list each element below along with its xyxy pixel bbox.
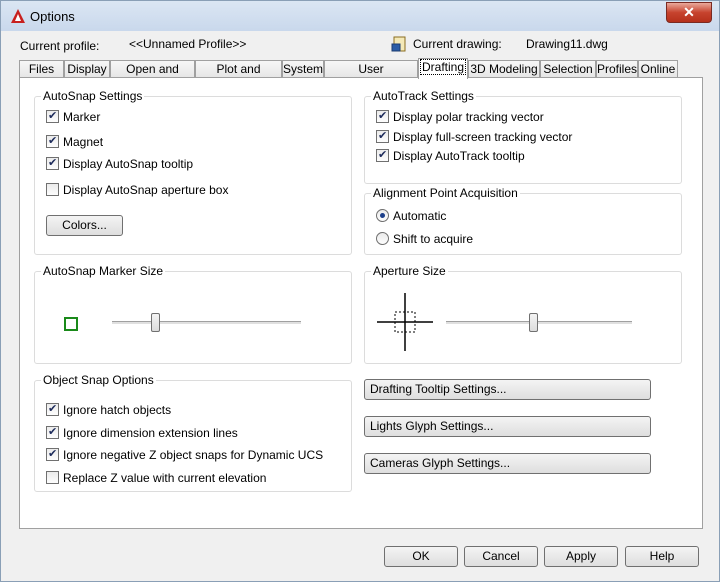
replace-z-label: Replace Z value with current elevation (63, 471, 267, 485)
window-title: Options (30, 9, 75, 24)
ignore-negative-z-checkbox-box[interactable] (46, 447, 59, 461)
tab-profiles[interactable]: Profiles (596, 60, 638, 77)
cancel-button[interactable]: Cancel (464, 546, 538, 567)
options-dialog: Options ✕ Current profile: <<Unnamed Pro… (0, 0, 720, 582)
current-profile-label: Current profile: (20, 39, 100, 53)
apply-button[interactable]: Apply (544, 546, 618, 567)
marker-preview-icon (64, 317, 78, 331)
polar-tracking-label: Display polar tracking vector (393, 110, 544, 124)
autotrack-tooltip-checkbox-box[interactable] (376, 148, 389, 162)
marker-size-slider-thumb[interactable] (151, 313, 161, 332)
aperture-box-checkbox-box[interactable] (46, 183, 59, 196)
polar-tracking-checkbox-box[interactable] (376, 109, 389, 123)
aperture-size-title: Aperture Size (371, 264, 448, 278)
fullscreen-tracking-label: Display full-screen tracking vector (393, 130, 573, 144)
tab-drafting[interactable]: Drafting (418, 58, 468, 79)
autosnap-settings-title: AutoSnap Settings (41, 89, 145, 103)
shift-to-acquire-label: Shift to acquire (393, 232, 474, 246)
cameras-glyph-settings-button[interactable]: Cameras Glyph Settings... (364, 453, 651, 474)
autosnap-tooltip-label: Display AutoSnap tooltip (63, 157, 194, 171)
alignment-point-title: Alignment Point Acquisition (371, 186, 520, 200)
tab-3d-modeling[interactable]: 3D Modeling (468, 60, 540, 77)
shift-to-acquire-radio-button[interactable] (376, 232, 389, 245)
dialog-client: Current profile: <<Unnamed Profile>> Cur… (8, 31, 712, 574)
marker-checkbox-box[interactable] (46, 109, 59, 123)
magnet-checkbox-box[interactable] (46, 134, 59, 148)
aperture-size-group: Aperture Size (364, 264, 682, 364)
marker-size-title: AutoSnap Marker Size (41, 264, 166, 278)
ignore-hatch-checkbox-box[interactable] (46, 402, 59, 416)
tab-display[interactable]: Display (64, 60, 110, 77)
aperture-size-slider-track[interactable] (446, 321, 632, 325)
autosnap-settings-group: AutoSnap Settings Marker Magnet Display … (34, 89, 352, 255)
profile-row: Current profile: <<Unnamed Profile>> Cur… (8, 36, 712, 55)
lights-glyph-settings-button[interactable]: Lights Glyph Settings... (364, 416, 651, 437)
tab-plot-and-publish[interactable]: Plot and Publish (195, 60, 282, 92)
autosnap-tooltip-checkbox-box[interactable] (46, 156, 59, 170)
marker-size-slider-track[interactable] (112, 321, 301, 325)
tab-drafting-label: Drafting (419, 59, 467, 75)
autotrack-settings-title: AutoTrack Settings (371, 89, 476, 103)
tab-system[interactable]: System (282, 60, 324, 77)
replace-z-checkbox-box[interactable] (46, 471, 59, 484)
autotrack-settings-group: AutoTrack Settings Display polar trackin… (364, 89, 682, 184)
object-snap-options-group: Object Snap Options Ignore hatch objects… (34, 373, 352, 492)
help-button[interactable]: Help (625, 546, 699, 567)
colors-button[interactable]: Colors... (46, 215, 123, 236)
tab-selection[interactable]: Selection (540, 60, 596, 77)
magnet-label: Magnet (63, 135, 104, 149)
tab-user-preferences[interactable]: User Preferences (324, 60, 418, 92)
aperture-box-label: Display AutoSnap aperture box (63, 183, 229, 197)
tab-files[interactable]: Files (19, 60, 64, 77)
current-drawing-value: Drawing11.dwg (526, 37, 608, 51)
drafting-tooltip-settings-button[interactable]: Drafting Tooltip Settings... (364, 379, 651, 400)
ignore-hatch-label: Ignore hatch objects (63, 403, 172, 417)
ignore-dimension-checkbox-box[interactable] (46, 425, 59, 439)
autocad-logo-icon (11, 9, 25, 23)
aperture-crosshair-icon (377, 293, 433, 351)
automatic-label: Automatic (393, 209, 447, 223)
title-bar: Options ✕ (1, 1, 719, 31)
aperture-size-slider-thumb[interactable] (529, 313, 539, 332)
drafting-panel: AutoSnap Settings Marker Magnet Display … (19, 77, 703, 529)
autotrack-tooltip-label: Display AutoTrack tooltip (393, 149, 525, 163)
current-profile-value: <<Unnamed Profile>> (129, 37, 247, 51)
current-drawing-label: Current drawing: (413, 37, 502, 51)
ok-button[interactable]: OK (384, 546, 458, 567)
alignment-point-group: Alignment Point Acquisition Automatic Sh… (364, 186, 682, 255)
marker-size-group: AutoSnap Marker Size (34, 264, 352, 364)
tab-online[interactable]: Online (638, 60, 678, 77)
object-snap-options-title: Object Snap Options (41, 373, 156, 387)
drawing-file-icon (391, 36, 406, 52)
ignore-dimension-label: Ignore dimension extension lines (63, 426, 238, 440)
close-button[interactable]: ✕ (666, 2, 712, 23)
ignore-negative-z-label: Ignore negative Z object snaps for Dynam… (63, 448, 324, 462)
fullscreen-tracking-checkbox-box[interactable] (376, 129, 389, 143)
tab-open-and-save[interactable]: Open and Save (110, 60, 195, 92)
automatic-radio-button[interactable] (376, 209, 389, 222)
marker-label: Marker (63, 110, 101, 124)
